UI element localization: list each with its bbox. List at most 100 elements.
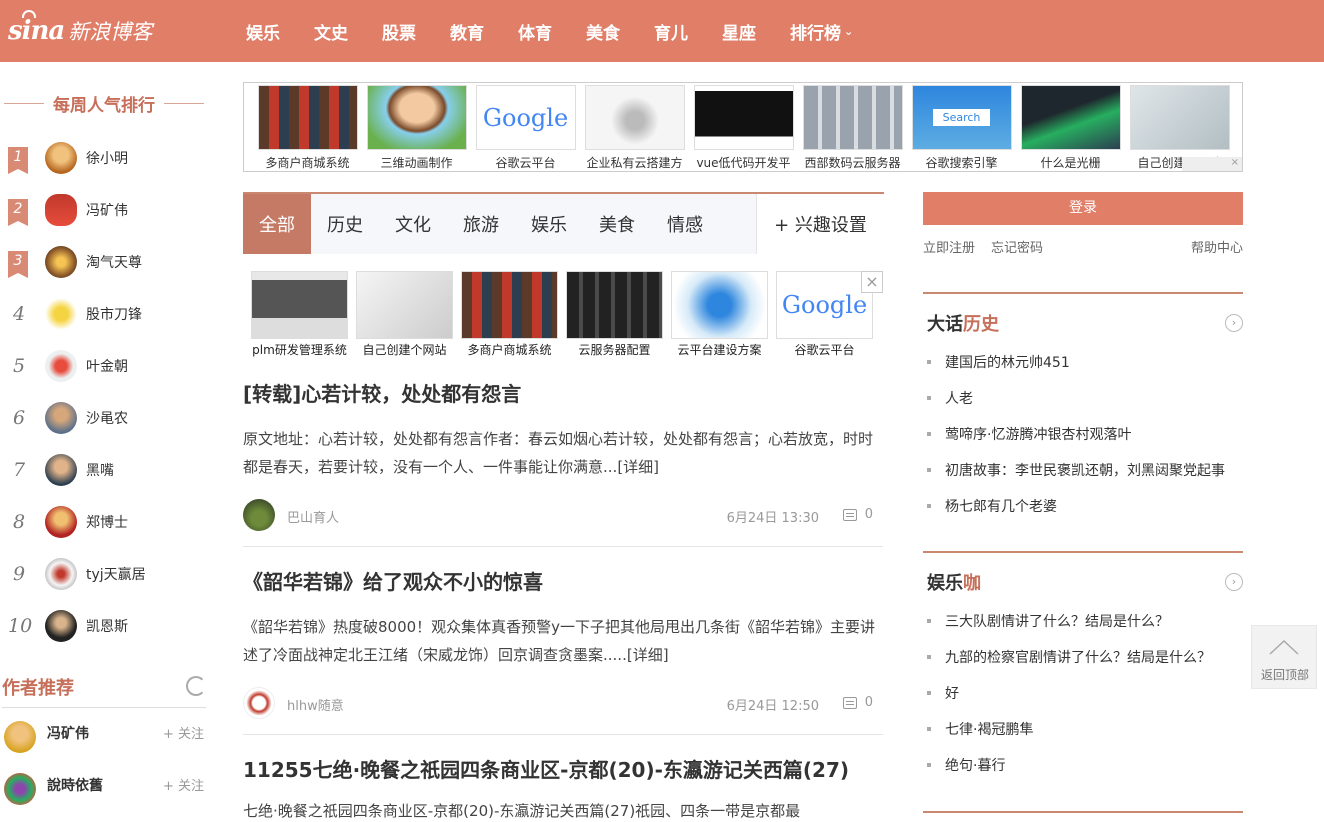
ad-item[interactable]: vue低代码开发平 [689, 85, 798, 171]
rank-row[interactable]: 5 叶金朝 [0, 340, 214, 392]
avatar[interactable] [45, 350, 77, 382]
ad-item[interactable]: 企业私有云搭建方 [580, 85, 689, 171]
avatar[interactable] [45, 194, 77, 226]
rank-row[interactable]: 8 郑博士 [0, 496, 214, 548]
close-icon[interactable]: × [1182, 157, 1242, 171]
list-item[interactable]: 莺啼序·忆游腾冲银杏村观落叶 [927, 416, 1243, 452]
nav-item-sports[interactable]: 体育 [518, 19, 552, 44]
avatar[interactable] [45, 298, 77, 330]
back-to-top-button[interactable]: 返回顶部 [1251, 625, 1317, 689]
rank-name[interactable]: 沙黾农 [86, 408, 128, 428]
nav-item-parenting[interactable]: 育儿 [654, 19, 688, 44]
ad-item[interactable]: 云服务器配置 [566, 271, 663, 358]
rank-row[interactable]: 4 股市刀锋 [0, 288, 214, 340]
article-title[interactable]: [转载]心若计较，处处都有怨言 [243, 378, 883, 407]
rank-row[interactable]: 2 冯矿伟 [0, 184, 214, 236]
login-button[interactable]: 登录 [923, 192, 1243, 225]
list-item[interactable]: 绝句·暮行 [927, 747, 1243, 783]
list-item[interactable]: 初唐故事：李世民褒凯还朝，刘黑闼聚党起事 [927, 452, 1243, 488]
tab-entertainment[interactable]: 娱乐 [515, 194, 583, 254]
rank-row[interactable]: 9 tyj天赢居 [0, 548, 214, 600]
tab-food[interactable]: 美食 [583, 194, 651, 254]
rank-name[interactable]: 冯矿伟 [86, 200, 128, 220]
nav-item-horoscope[interactable]: 星座 [722, 19, 756, 44]
article-title[interactable]: 11255七绝·晚餐之祇园四条商业区-京都(20)-东瀛游记关西篇(27) [243, 754, 883, 783]
ad-item[interactable]: plm研发管理系统 [251, 271, 348, 358]
ad-item[interactable]: Google 谷歌云平台 [776, 271, 873, 358]
tab-history[interactable]: 历史 [311, 194, 379, 254]
avatar[interactable] [45, 142, 77, 174]
list-item[interactable]: 九部的检察官剧情讲了什么？结局是什么？ [927, 639, 1243, 675]
nav-item-history[interactable]: 文史 [314, 19, 348, 44]
chevron-right-icon[interactable]: › [1225, 573, 1243, 591]
ad-item[interactable]: Google 谷歌云平台 [471, 85, 580, 171]
avatar[interactable] [4, 773, 36, 805]
forgot-password-link[interactable]: 忘记密码 [991, 237, 1043, 256]
ad-item[interactable]: 什么是光栅 [1016, 85, 1125, 171]
list-item[interactable]: 好 [927, 675, 1243, 711]
ad-item[interactable]: Search 谷歌搜索引擎 [907, 85, 1016, 171]
list-item[interactable]: 建国后的林元帅451 [927, 344, 1243, 380]
tab-culture[interactable]: 文化 [379, 194, 447, 254]
rank-name[interactable]: 叶金朝 [86, 356, 128, 376]
list-item[interactable]: 三大队剧情讲了什么？结局是什么？ [927, 603, 1243, 639]
rank-row[interactable]: 3 淘气天尊 [0, 236, 214, 288]
sina-blog-logo[interactable]: sina 新浪博客 [8, 10, 152, 48]
rank-name[interactable]: tyj天赢居 [86, 564, 146, 584]
nav-item-food[interactable]: 美食 [586, 19, 620, 44]
avatar[interactable] [45, 610, 77, 642]
ad-item[interactable]: 三维动画制作 [362, 85, 471, 171]
rank-name[interactable]: 徐小明 [86, 148, 128, 168]
rank-number: 8 [12, 511, 26, 533]
refresh-icon[interactable] [186, 676, 206, 696]
comment-icon[interactable] [843, 509, 857, 521]
nav-item-entertainment[interactable]: 娱乐 [246, 19, 280, 44]
avatar[interactable] [45, 246, 77, 278]
read-more-link[interactable]: [详细] [627, 646, 669, 664]
author-name[interactable]: 冯矿伟 [47, 723, 89, 743]
rank-name[interactable]: 股市刀锋 [86, 304, 142, 324]
article-author[interactable]: 巴山育人 [287, 507, 339, 526]
follow-button[interactable]: + 关注 [163, 775, 204, 794]
article-title[interactable]: 《韶华若锦》给了观众不小的惊喜 [243, 566, 883, 595]
follow-button[interactable]: + 关注 [163, 723, 204, 742]
rank-row[interactable]: 10 凯恩斯 [0, 600, 214, 652]
tab-all[interactable]: 全部 [243, 194, 311, 254]
ad-item[interactable]: 自己创建个网站 [356, 271, 453, 358]
avatar[interactable] [45, 558, 77, 590]
nav-item-education[interactable]: 教育 [450, 19, 484, 44]
author-name[interactable]: 說時依舊 [47, 775, 103, 795]
interest-settings-button[interactable]: + 兴趣设置 [756, 194, 884, 254]
help-center-link[interactable]: 帮助中心 [1191, 237, 1243, 256]
list-item[interactable]: 人老 [927, 380, 1243, 416]
ad-item[interactable]: 多商户商城系统 [253, 85, 362, 171]
avatar[interactable] [4, 721, 36, 753]
tab-travel[interactable]: 旅游 [447, 194, 515, 254]
avatar[interactable] [243, 499, 275, 531]
rank-name[interactable]: 凯恩斯 [86, 616, 128, 636]
avatar[interactable] [243, 687, 275, 719]
rank-row[interactable]: 1 徐小明 [0, 132, 214, 184]
avatar[interactable] [45, 506, 77, 538]
article-author[interactable]: hlhw随意 [287, 695, 344, 714]
rank-row[interactable]: 7 黑嘴 [0, 444, 214, 496]
list-item[interactable]: 七律·褐冠鹏隼 [927, 711, 1243, 747]
chevron-right-icon[interactable]: › [1225, 314, 1243, 332]
tab-emotion[interactable]: 情感 [651, 194, 719, 254]
ad-item[interactable]: 西部数码云服务器 [798, 85, 907, 171]
read-more-link[interactable]: [详细] [617, 458, 659, 476]
avatar[interactable] [45, 402, 77, 434]
rank-row[interactable]: 6 沙黾农 [0, 392, 214, 444]
list-item[interactable]: 杨七郎有几个老婆 [927, 488, 1243, 524]
rank-name[interactable]: 黑嘴 [86, 460, 114, 480]
comment-icon[interactable] [843, 697, 857, 709]
nav-item-ranking[interactable]: 排行榜 ⌄ [790, 19, 853, 44]
close-icon[interactable]: × [861, 271, 883, 293]
rank-name[interactable]: 淘气天尊 [86, 252, 142, 272]
rank-name[interactable]: 郑博士 [86, 512, 128, 532]
avatar[interactable] [45, 454, 77, 486]
ad-item[interactable]: 云平台建设方案 [671, 271, 768, 358]
register-link[interactable]: 立即注册 [923, 237, 975, 256]
nav-item-stocks[interactable]: 股票 [382, 19, 416, 44]
ad-item[interactable]: 多商户商城系统 [461, 271, 558, 358]
